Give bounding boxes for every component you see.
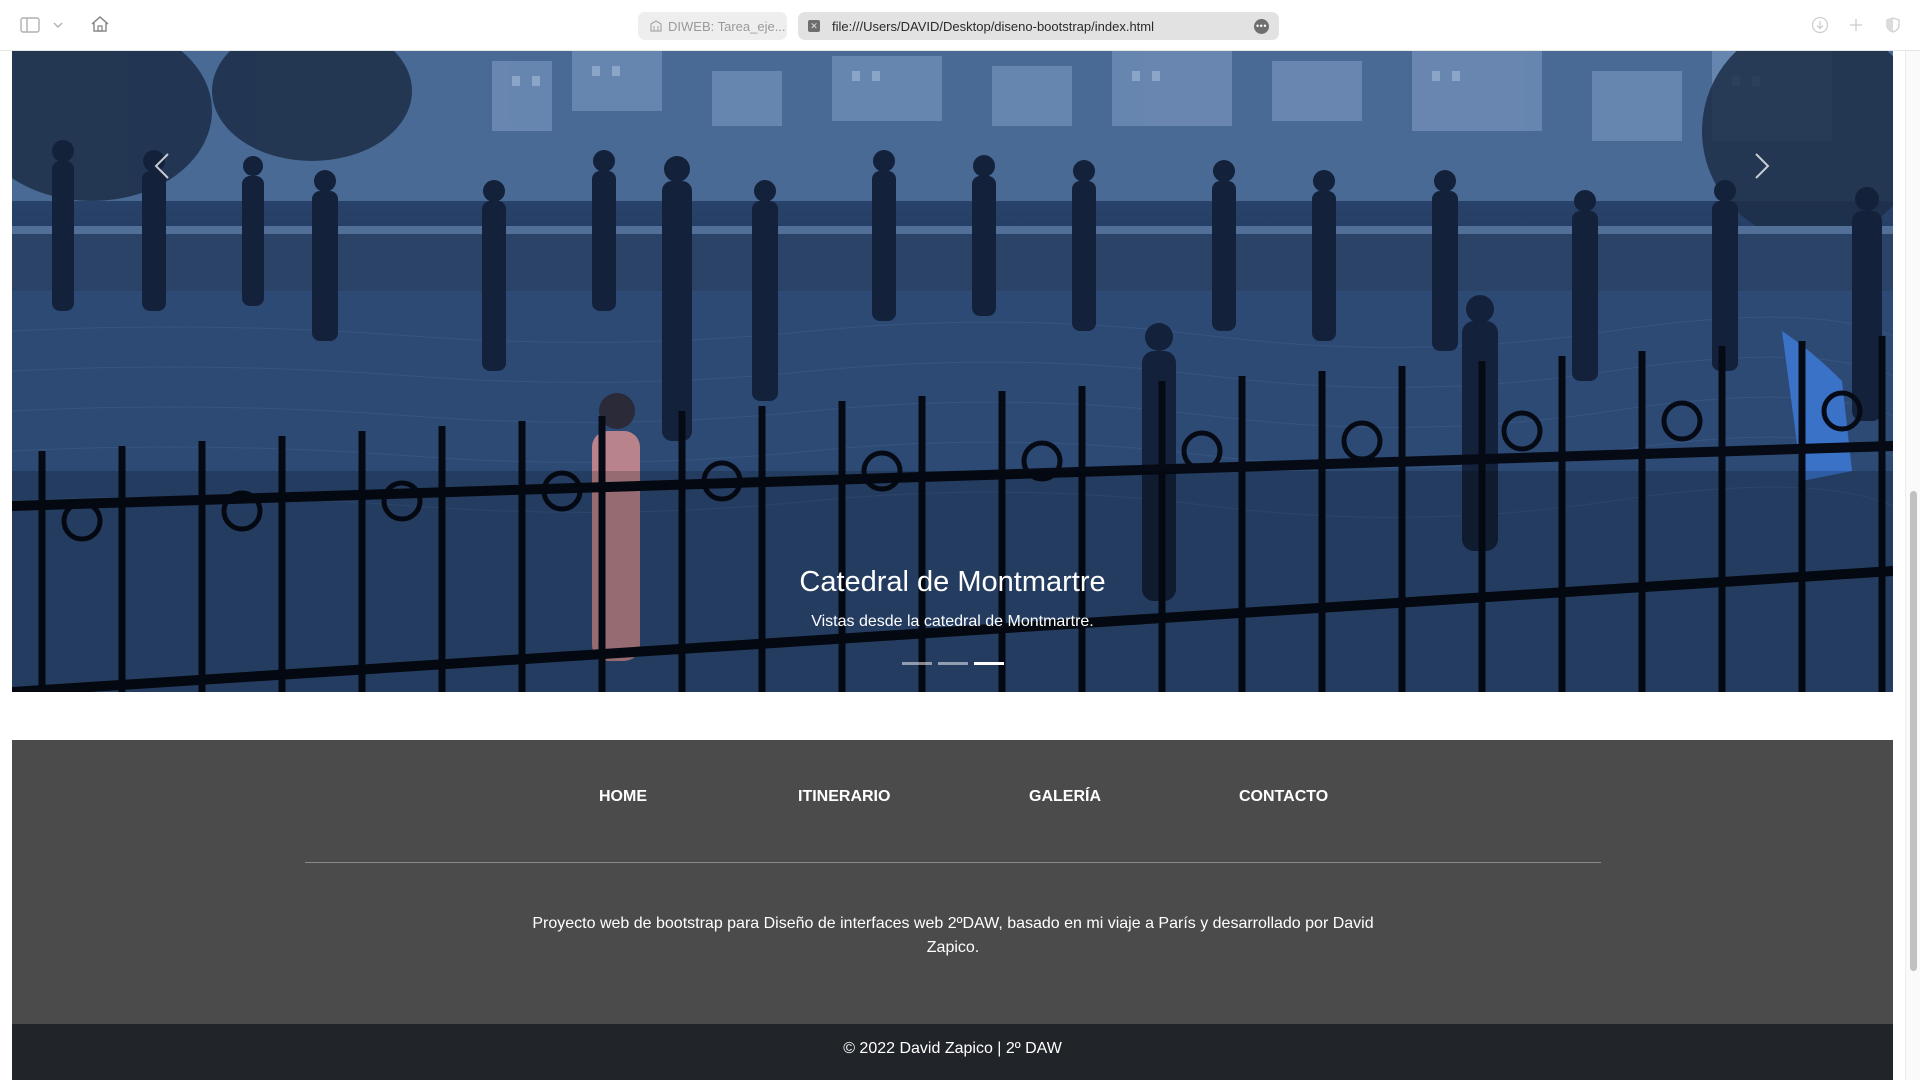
file-icon: ✕ bbox=[808, 20, 820, 32]
carousel-indicator-1[interactable] bbox=[902, 662, 932, 665]
browser-toolbar: DIWEB: Tarea_eje... ✕ file:///Users/DAVI… bbox=[0, 0, 1920, 51]
footer-link-home[interactable]: HOME bbox=[599, 788, 647, 806]
carousel-indicators bbox=[902, 662, 1004, 665]
chevron-right-icon bbox=[1755, 153, 1770, 179]
footer-nav: HOME ITINERARIO GALERÍA CONTACTO bbox=[12, 788, 1893, 812]
address-bar[interactable]: ✕ file:///Users/DAVID/Desktop/diseno-boo… bbox=[798, 12, 1279, 40]
hero-carousel[interactable]: Catedral de Montmartre Vistas desde la c… bbox=[12, 51, 1893, 692]
home-icon[interactable] bbox=[90, 14, 110, 34]
copyright-text: © 2022 David Zapico | 2º DAW bbox=[843, 1040, 1062, 1057]
carousel-caption-text: Vistas desde la catedral de Montmartre. bbox=[811, 613, 1094, 630]
plus-icon[interactable] bbox=[1846, 15, 1866, 35]
footer-description: Proyecto web de bootstrap para Diseño de… bbox=[532, 915, 1374, 956]
carousel-indicator-3[interactable] bbox=[974, 662, 1004, 665]
footer-link-galeria[interactable]: GALERÍA bbox=[1029, 788, 1101, 806]
page-scrollbar[interactable] bbox=[1905, 51, 1920, 1080]
tab-label: DIWEB: Tarea_eje... bbox=[668, 18, 786, 34]
carousel-caption-title: Catedral de Montmartre bbox=[799, 566, 1106, 598]
footer-link-contacto[interactable]: CONTACTO bbox=[1239, 788, 1328, 806]
more-options-icon[interactable]: ••• bbox=[1254, 19, 1269, 34]
copyright-bar: © 2022 David Zapico | 2º DAW bbox=[12, 1024, 1893, 1080]
carousel-prev-button[interactable] bbox=[142, 146, 182, 186]
url-text: file:///Users/DAVID/Desktop/diseno-boots… bbox=[832, 18, 1155, 34]
footer-divider bbox=[305, 862, 1601, 863]
chevron-down-icon[interactable] bbox=[52, 18, 64, 32]
tab-favicon-icon bbox=[650, 20, 662, 32]
page-content: Catedral de Montmartre Vistas desde la c… bbox=[12, 51, 1893, 1080]
scrollbar-thumb[interactable] bbox=[1910, 491, 1917, 971]
shield-icon[interactable] bbox=[1884, 15, 1902, 35]
tab-diweb[interactable]: DIWEB: Tarea_eje... bbox=[638, 12, 787, 40]
footer-link-itinerario[interactable]: ITINERARIO bbox=[798, 788, 890, 806]
sidebar-icon[interactable] bbox=[20, 16, 40, 34]
site-footer bbox=[12, 740, 1893, 1024]
chevron-left-icon bbox=[154, 153, 169, 179]
carousel-indicator-2[interactable] bbox=[938, 662, 968, 665]
download-icon[interactable] bbox=[1810, 15, 1830, 35]
carousel-next-button[interactable] bbox=[1742, 146, 1782, 186]
